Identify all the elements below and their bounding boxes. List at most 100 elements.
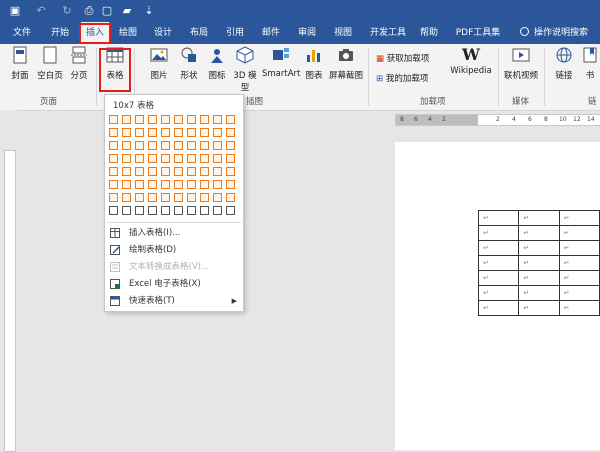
grid-cell[interactable] xyxy=(148,115,157,124)
grid-cell[interactable] xyxy=(187,206,196,215)
grid-cell[interactable] xyxy=(200,128,209,137)
quick-tables-item[interactable]: 快速表格(T) ▶ xyxy=(105,293,243,309)
grid-cell[interactable] xyxy=(135,206,144,215)
bookmark-button[interactable]: 书 xyxy=(580,46,600,81)
tab-mailings[interactable]: 邮件 xyxy=(256,22,286,44)
grid-cell[interactable] xyxy=(174,180,183,189)
grid-cell[interactable] xyxy=(161,167,170,176)
table-cell[interactable]: ↵ xyxy=(558,285,600,301)
grid-cell[interactable] xyxy=(213,206,222,215)
tab-pdf-tools[interactable]: PDF工具集 xyxy=(452,22,504,44)
table-cell[interactable]: ↵ xyxy=(477,285,520,301)
tab-draw[interactable]: 绘图 xyxy=(114,22,142,44)
grid-cell[interactable] xyxy=(226,154,235,163)
tab-review[interactable]: 审阅 xyxy=(292,22,322,44)
redo-icon[interactable]: ↻ xyxy=(60,4,74,18)
screenshot-button[interactable]: 屏幕截图 xyxy=(328,46,364,81)
grid-cell[interactable] xyxy=(122,193,131,202)
tell-me-search[interactable]: 操作说明搜索 xyxy=(510,22,598,44)
grid-cell[interactable] xyxy=(187,180,196,189)
online-video-button[interactable]: 联机视频 xyxy=(502,46,540,81)
grid-cell[interactable] xyxy=(187,193,196,202)
open-folder-icon[interactable]: ▰ xyxy=(120,4,134,18)
3d-models-button[interactable]: 3D 模型 xyxy=(230,46,260,93)
new-doc-icon[interactable]: ▢ xyxy=(100,4,114,18)
icons-button[interactable]: 图标 xyxy=(205,46,229,81)
shapes-button[interactable]: 形状 xyxy=(176,46,202,81)
get-addins-button[interactable]: ▦ 获取加载项 xyxy=(376,52,429,66)
grid-cell[interactable] xyxy=(174,115,183,124)
grid-cell[interactable] xyxy=(148,154,157,163)
tab-view[interactable]: 视图 xyxy=(328,22,358,44)
grid-cell[interactable] xyxy=(109,115,118,124)
grid-cell[interactable] xyxy=(174,206,183,215)
grid-cell[interactable] xyxy=(213,180,222,189)
grid-cell[interactable] xyxy=(200,180,209,189)
grid-cell[interactable] xyxy=(109,141,118,150)
grid-cell[interactable] xyxy=(226,167,235,176)
grid-cell[interactable] xyxy=(161,180,170,189)
grid-cell[interactable] xyxy=(200,167,209,176)
grid-cell[interactable] xyxy=(161,154,170,163)
grid-cell[interactable] xyxy=(200,115,209,124)
table-cell[interactable]: ↵ xyxy=(558,255,600,271)
grid-cell[interactable] xyxy=(161,128,170,137)
table-cell[interactable]: ↵ xyxy=(558,300,600,316)
grid-cell[interactable] xyxy=(109,193,118,202)
grid-cell[interactable] xyxy=(148,141,157,150)
grid-cell[interactable] xyxy=(187,167,196,176)
my-addins-button[interactable]: ⊞ 我的加载项 xyxy=(376,72,428,86)
grid-cell[interactable] xyxy=(148,193,157,202)
grid-cell[interactable] xyxy=(135,141,144,150)
grid-cell[interactable] xyxy=(135,115,144,124)
grid-cell[interactable] xyxy=(213,167,222,176)
grid-cell[interactable] xyxy=(187,154,196,163)
table-cell[interactable]: ↵ xyxy=(558,210,600,226)
tab-developer[interactable]: 开发工具 xyxy=(364,22,412,44)
tab-home[interactable]: 开始 xyxy=(44,22,76,44)
tab-references[interactable]: 引用 xyxy=(220,22,250,44)
table-cell[interactable]: ↵ xyxy=(477,300,520,316)
grid-cell[interactable] xyxy=(213,115,222,124)
tab-help[interactable]: 帮助 xyxy=(414,22,444,44)
insert-table-item[interactable]: 插入表格(I)... xyxy=(105,225,243,241)
grid-cell[interactable] xyxy=(148,167,157,176)
wikipedia-button[interactable]: W Wikipedia xyxy=(446,46,496,77)
grid-cell[interactable] xyxy=(174,193,183,202)
table-cell[interactable]: ↵ xyxy=(518,300,560,316)
grid-cell[interactable] xyxy=(122,141,131,150)
grid-cell[interactable] xyxy=(135,180,144,189)
grid-cell[interactable] xyxy=(148,180,157,189)
tab-design[interactable]: 设计 xyxy=(148,22,178,44)
grid-cell[interactable] xyxy=(135,193,144,202)
grid-cell[interactable] xyxy=(148,128,157,137)
grid-cell[interactable] xyxy=(200,206,209,215)
blank-page-button[interactable]: 空白页 xyxy=(36,46,64,81)
tab-layout[interactable]: 布局 xyxy=(184,22,214,44)
table-cell[interactable]: ↵ xyxy=(477,225,520,241)
grid-cell[interactable] xyxy=(122,206,131,215)
grid-cell[interactable] xyxy=(200,141,209,150)
table-cell[interactable]: ↵ xyxy=(558,270,600,286)
grid-cell[interactable] xyxy=(109,206,118,215)
grid-cell[interactable] xyxy=(161,193,170,202)
cover-page-button[interactable]: 封面 xyxy=(6,46,34,81)
grid-cell[interactable] xyxy=(226,141,235,150)
document-table[interactable]: ↵ ↵ ↵ ↵ ↵ ↵ ↵ ↵ ↵ ↵ ↵ ↵ ↵ ↵ ↵ ↵ ↵ ↵ ↵ ↵ ↵ xyxy=(477,210,600,316)
grid-cell[interactable] xyxy=(122,180,131,189)
grid-cell[interactable] xyxy=(174,167,183,176)
chart-button[interactable]: 图表 xyxy=(302,46,326,81)
table-cell[interactable]: ↵ xyxy=(477,240,520,256)
grid-cell[interactable] xyxy=(135,128,144,137)
link-button[interactable]: 链接 xyxy=(552,46,576,81)
grid-cell[interactable] xyxy=(226,180,235,189)
grid-cell[interactable] xyxy=(200,193,209,202)
grid-cell[interactable] xyxy=(161,141,170,150)
undo-icon[interactable]: ↶ xyxy=(34,4,48,18)
grid-cell[interactable] xyxy=(135,154,144,163)
grid-cell[interactable] xyxy=(122,154,131,163)
grid-cell[interactable] xyxy=(213,141,222,150)
page-break-button[interactable]: 分页 xyxy=(66,46,92,81)
tab-file[interactable]: 文件 xyxy=(4,22,40,44)
table-cell[interactable]: ↵ xyxy=(477,210,520,226)
